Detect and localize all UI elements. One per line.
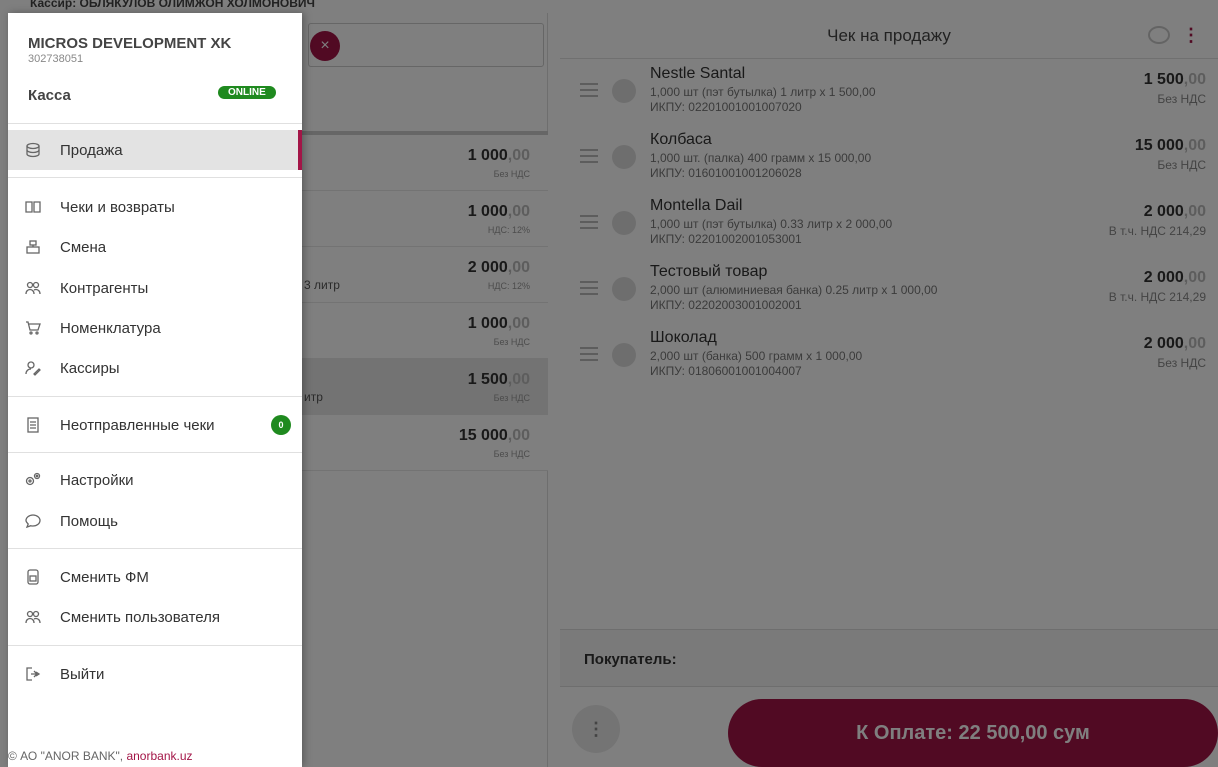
divider	[8, 396, 302, 397]
register-icon	[24, 238, 42, 256]
menu-item-unsent-receipts[interactable]: Неотправленные чеки 0	[8, 405, 302, 445]
menu-item-label: Настройки	[60, 471, 134, 489]
company-tin: 302738051	[28, 53, 84, 65]
divider	[8, 123, 302, 124]
receipt-icon	[24, 416, 42, 434]
menu-item-logout[interactable]: Выйти	[8, 654, 302, 694]
logout-icon	[24, 665, 42, 683]
menu-item-label: Неотправленные чеки	[60, 416, 215, 434]
menu-item-nomenclature[interactable]: Номенклатура	[8, 308, 302, 348]
menu-item-help[interactable]: Помощь	[8, 501, 302, 541]
menu-item-label: Смена	[60, 238, 107, 256]
divider	[8, 548, 302, 549]
menu-item-sale[interactable]: Продажа	[8, 130, 302, 170]
divider	[8, 452, 302, 453]
kassa-label: Касса	[28, 87, 71, 104]
cart-icon	[24, 319, 42, 337]
switch-user-icon	[24, 608, 42, 626]
menu-item-change-user[interactable]: Сменить пользователя	[8, 597, 302, 637]
anorbank-link[interactable]: anorbank.uz	[126, 749, 192, 763]
menu-item-label: Контрагенты	[60, 279, 149, 297]
gears-icon	[24, 471, 42, 489]
fiscal-module-icon	[24, 568, 42, 586]
unsent-count-badge: 0	[271, 415, 291, 435]
menu-item-counterparties[interactable]: Контрагенты	[8, 268, 302, 308]
menu-item-cashiers[interactable]: Кассиры	[8, 348, 302, 388]
menu-item-label: Номенклатура	[60, 319, 161, 337]
menu-item-label: Сменить ФМ	[60, 568, 149, 586]
book-icon	[24, 198, 42, 216]
navigation-drawer: MICROS DEVELOPMENT XK 302738051 Касса ON…	[8, 13, 302, 767]
company-name: MICROS DEVELOPMENT XK	[28, 35, 232, 52]
copyright-text: © АО "ANOR BANK",	[8, 749, 127, 763]
status-badge: ONLINE	[218, 86, 276, 99]
users-icon	[24, 279, 42, 297]
menu-item-label: Кассиры	[60, 359, 120, 377]
menu-item-label: Выйти	[60, 665, 105, 683]
copyright-footer: © АО "ANOR BANK", anorbank.uz	[8, 749, 193, 763]
menu-item-label: Чеки и возвраты	[60, 198, 175, 216]
menu-item-receipts[interactable]: Чеки и возвраты	[8, 187, 302, 227]
divider	[8, 645, 302, 646]
menu-item-change-fm[interactable]: Сменить ФМ	[8, 557, 302, 597]
menu-item-label: Помощь	[60, 512, 118, 530]
divider	[8, 177, 302, 178]
chat-icon	[24, 512, 42, 530]
menu-item-label: Продажа	[60, 141, 123, 159]
menu-item-label: Сменить пользователя	[60, 608, 220, 626]
menu-item-shift[interactable]: Смена	[8, 227, 302, 267]
coins-icon	[24, 141, 42, 159]
menu-item-settings[interactable]: Настройки	[8, 460, 302, 500]
user-edit-icon	[24, 359, 42, 377]
